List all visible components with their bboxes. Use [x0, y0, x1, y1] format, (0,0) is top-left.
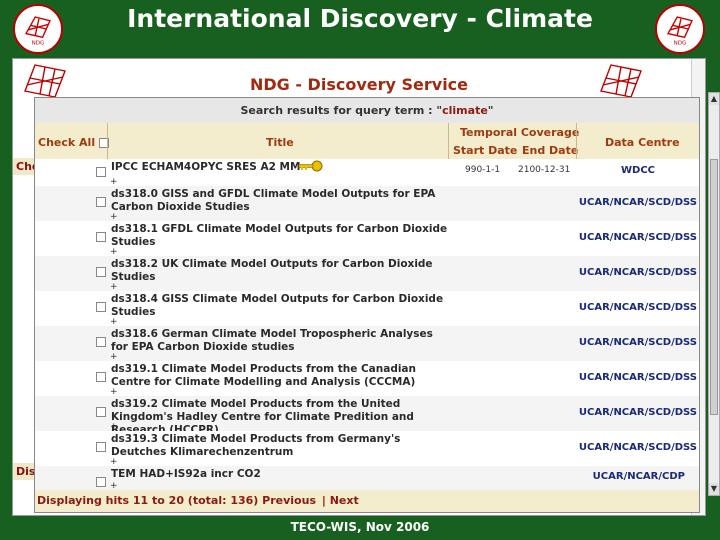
row-data-centre: UCAR/NCAR/CDP — [592, 471, 685, 482]
slide-footer: TECO-WIS, Nov 2006 — [290, 520, 430, 534]
table-row: ds319.3 Climate Model Products from Germ… — [35, 431, 699, 467]
row-title[interactable]: IPCC ECHAM4OPYC SRES A2 MM — [111, 161, 451, 174]
row-data-centre: UCAR/NCAR/SCD/DSS — [578, 302, 697, 313]
check-all-label: Check All — [38, 136, 96, 149]
row-data-centre: UCAR/NCAR/SCD/DSS — [578, 372, 697, 383]
table-row: IPCC ECHAM4OPYC SRES A2 MM +990-1-1 2100-1… — [35, 159, 699, 187]
row-data-centre: UCAR/NCAR/SCD/DSS — [578, 337, 697, 348]
query-bar: Search results for query term : "climate… — [35, 98, 699, 123]
scroll-down-arrow-icon[interactable]: ▼ — [709, 483, 719, 495]
row-checkbox[interactable] — [96, 337, 106, 347]
table-row: TEM HAD+IS92a incr CO2 + UCAR/NCAR/CDP — [35, 466, 699, 491]
row-checkbox[interactable] — [96, 302, 106, 312]
row-data-centre: UCAR/NCAR/SCD/DSS — [578, 232, 697, 243]
ndg-logo-icon-right: NDG — [655, 4, 705, 54]
results-table-header — [35, 123, 699, 159]
back-banner: NDG - Discovery Service — [13, 59, 705, 99]
previous-link[interactable]: Previous — [262, 494, 316, 507]
ndg-logo-icon-left: NDG — [13, 4, 63, 54]
row-start-date: 990-1-1 — [465, 165, 501, 175]
check-all-control[interactable]: Check All — [38, 136, 109, 149]
row-checkbox[interactable] — [96, 197, 106, 207]
row-title[interactable]: ds319.3 Climate Model Products from Germ… — [111, 433, 451, 459]
query-suffix: " — [487, 104, 494, 117]
scrollbar-thumb[interactable] — [710, 159, 718, 415]
column-temporal-coverage: Temporal Coverage — [460, 126, 580, 139]
slide-title: International Discovery - Climate — [127, 4, 593, 33]
table-row: ds318.4 GISS Climate Model Outputs for C… — [35, 291, 699, 327]
row-checkbox[interactable] — [96, 407, 106, 417]
key-icon[interactable] — [297, 159, 323, 173]
column-title: Title — [266, 136, 294, 149]
header-divider — [448, 123, 449, 159]
next-link[interactable]: Next — [330, 494, 359, 507]
hits-status: Displaying hits 11 to 20 (total: 136) — [37, 494, 259, 507]
row-title[interactable]: ds318.6 German Climate Model Tropospheri… — [111, 328, 451, 354]
row-title[interactable]: TEM HAD+IS92a incr CO2 — [111, 468, 451, 481]
row-checkbox[interactable] — [96, 442, 106, 452]
svg-text:NDG: NDG — [32, 41, 45, 47]
table-row: ds319.2 Climate Model Products from the … — [35, 396, 699, 436]
row-data-centre: UCAR/NCAR/SCD/DSS — [578, 197, 697, 208]
row-title[interactable]: ds318.0 GISS and GFDL Climate Model Outp… — [111, 188, 451, 214]
table-row: ds318.6 German Climate Model Tropospheri… — [35, 326, 699, 362]
svg-text:NDG: NDG — [674, 41, 687, 47]
outer-scrollbar[interactable]: ▲ ▼ — [708, 92, 720, 496]
ndg-discovery-title: NDG - Discovery Service — [249, 75, 469, 94]
table-row: ds319.1 Climate Model Products from the … — [35, 361, 699, 397]
table-row: ds318.2 UK Climate Model Outputs for Car… — [35, 256, 699, 292]
row-data-centre: WDCC — [620, 165, 655, 176]
table-row: ds318.1 GFDL Climate Model Outputs for C… — [35, 221, 699, 257]
pager-separator: | — [321, 494, 326, 507]
column-end-date: End Date — [522, 144, 579, 157]
row-data-centre: UCAR/NCAR/SCD/DSS — [578, 407, 697, 418]
row-checkbox[interactable] — [96, 232, 106, 242]
query-prefix: Search results for query term : " — [240, 104, 443, 117]
table-row: ds318.0 GISS and GFDL Climate Model Outp… — [35, 186, 699, 222]
search-results-window: Search results for query term : "climate… — [34, 97, 700, 513]
row-end-date: 2100-12-31 — [518, 165, 571, 175]
column-data-centre: Data Centre — [605, 136, 680, 149]
pagination-bar: Displaying hits 11 to 20 (total: 136) Pr… — [35, 490, 699, 512]
row-title[interactable]: ds318.4 GISS Climate Model Outputs for C… — [111, 293, 451, 319]
row-checkbox[interactable] — [96, 372, 106, 382]
query-term: climate — [442, 104, 488, 117]
header-divider — [107, 123, 108, 159]
row-title[interactable]: ds318.2 UK Climate Model Outputs for Car… — [111, 258, 451, 284]
row-checkbox[interactable] — [96, 267, 106, 277]
row-title[interactable]: ds318.1 GFDL Climate Model Outputs for C… — [111, 223, 451, 249]
row-data-centre: UCAR/NCAR/SCD/DSS — [578, 442, 697, 453]
row-checkbox[interactable] — [96, 167, 106, 177]
row-checkbox[interactable] — [96, 477, 106, 487]
row-data-centre: UCAR/NCAR/SCD/DSS — [578, 267, 697, 278]
row-title[interactable]: ds319.1 Climate Model Products from the … — [111, 363, 451, 389]
column-start-date: Start Date — [453, 144, 518, 157]
scroll-up-arrow-icon[interactable]: ▲ — [709, 93, 719, 105]
header-divider — [576, 123, 577, 159]
